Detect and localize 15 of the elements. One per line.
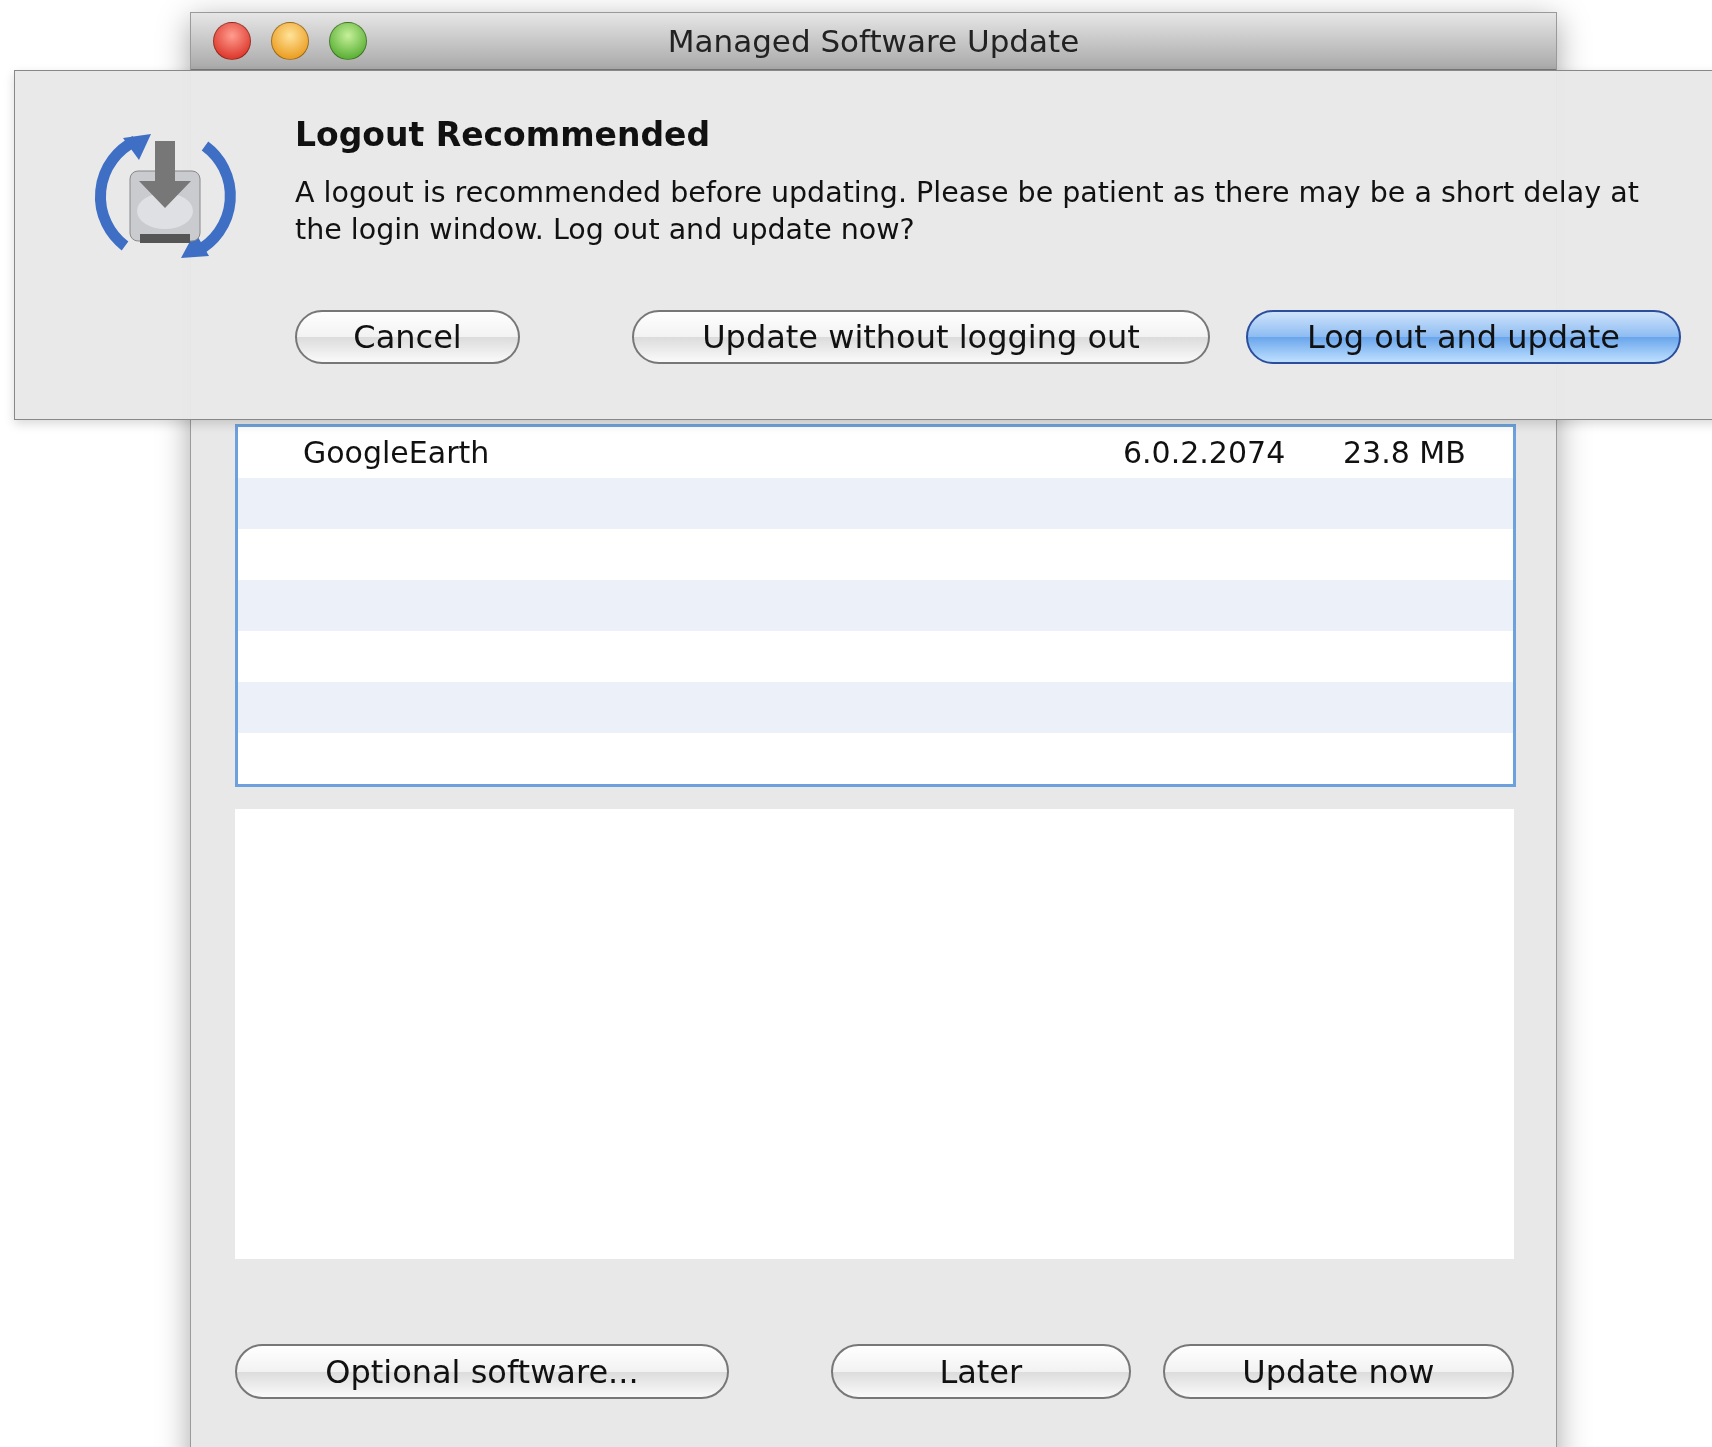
push-button[interactable]: Cancel: [295, 310, 520, 364]
close-button[interactable]: [213, 22, 251, 60]
push-button[interactable]: Log out and update: [1246, 310, 1681, 364]
push-button[interactable]: Update without logging out: [632, 310, 1210, 364]
push-button[interactable]: Later: [830, 1344, 1131, 1399]
table-cell-text: 23.8 MB: [1343, 435, 1467, 470]
push-button[interactable]: Optional software...: [235, 1344, 729, 1399]
minimize-button[interactable]: [271, 22, 309, 60]
table-cell-text: 6.0.2.2074: [1123, 435, 1287, 470]
zoom-button[interactable]: [329, 22, 367, 60]
push-button[interactable]: Update now: [1162, 1344, 1514, 1399]
table-cell-text: GoogleEarth: [302, 435, 491, 470]
alert-title: Logout Recommended: [295, 115, 712, 154]
alert-message: A logout is recommended before updating. Please be patient as there may be a short delay at the login window. Log out and update now?: [295, 175, 1640, 248]
window-title: Managed Software Update: [666, 23, 1081, 59]
